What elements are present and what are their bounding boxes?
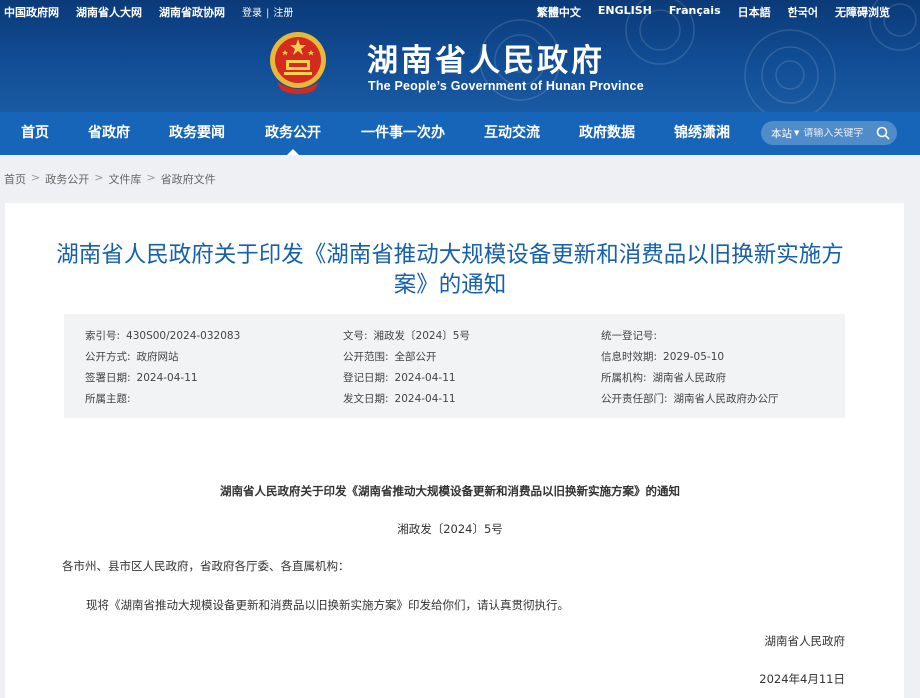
site-header: 中国政府网 湖南省人大网 湖南省政协网 登录 | 注册 繁體中文 ENGLISH F…: [0, 0, 920, 112]
document-metadata: 索引号: 430S00/2024-032083 文号: 湘政发〔2024〕5号 统一…: [64, 314, 845, 418]
addressee: 各市州、县市区人民政府，省政府各厅委、各直属机构：: [62, 559, 350, 573]
search-input[interactable]: [803, 127, 870, 139]
meta-signing-date: 签署日期: 2024-04-11: [85, 372, 198, 384]
auth-links: 登录 | 注册: [242, 8, 294, 19]
breadcrumb-separator: >: [31, 171, 41, 184]
breadcrumb-provincial-files[interactable]: 省政府文件: [161, 171, 216, 187]
breadcrumb-disclosure[interactable]: 政务公开: [45, 171, 89, 187]
document-heading: 湖南省人民政府关于印发《湖南省推动大规模设备更新和消费品以旧换新实施方案》的通知: [220, 484, 680, 498]
signing-date: 2024年4月11日: [759, 672, 845, 686]
site-subtitle: The People’s Government of Hunan Provinc…: [368, 79, 644, 93]
meta-validity-period: 信息时效期: 2029-05-10: [601, 351, 725, 363]
meta-disclosure-method: 公开方式: 政府网站: [85, 351, 179, 363]
meta-topic: 所属主题:: [85, 393, 131, 405]
nav-government-news[interactable]: 政务要闻: [169, 112, 225, 155]
breadcrumb-separator: >: [146, 171, 156, 184]
top-links: 中国政府网 湖南省人大网 湖南省政协网 登录 | 注册: [4, 4, 293, 20]
nav-government-data[interactable]: 政府数据: [579, 112, 635, 155]
site-title: 湖南省人民政府: [367, 43, 605, 79]
lang-korean[interactable]: 한국어: [788, 4, 818, 20]
login-link[interactable]: 登录: [242, 8, 262, 19]
lang-french[interactable]: Français: [669, 4, 721, 20]
document-number: 湘政发〔2024〕5号: [397, 522, 503, 536]
breadcrumb-home[interactable]: 首页: [4, 171, 26, 187]
national-emblem-icon: [270, 32, 326, 94]
language-links: 繁體中文 ENGLISH Français 日本語 한국어 无障碍浏览: [520, 4, 890, 20]
breadcrumb-separator: >: [94, 171, 104, 184]
search-box: 本站 ▼: [761, 121, 897, 145]
nav-scenic-hunan[interactable]: 锦绣潇湘: [674, 112, 730, 155]
lang-japanese[interactable]: 日本語: [738, 4, 771, 20]
meta-responsible-department: 公开责任部门: 湖南省人民政府办公厅: [601, 393, 779, 405]
link-gov-cn[interactable]: 中国政府网: [4, 4, 59, 20]
chevron-down-icon[interactable]: ▼: [794, 129, 799, 137]
meta-disclosure-scope: 公开范围: 全部公开: [343, 351, 437, 363]
accessibility-link[interactable]: 无障碍浏览: [835, 4, 890, 20]
search-icon[interactable]: [876, 126, 890, 140]
signer: 湖南省人民政府: [764, 634, 846, 648]
meta-organization: 所属机构: 湖南省人民政府: [601, 372, 727, 384]
meta-issue-date: 发文日期: 2024-04-11: [343, 393, 456, 405]
nav-home[interactable]: 首页: [21, 112, 49, 155]
meta-document-number: 文号: 湘政发〔2024〕5号: [343, 330, 470, 342]
article-title: 湖南省人民政府关于印发《湖南省推动大规模设备更新和消费品以旧换新实施方案》的通知: [56, 242, 844, 298]
link-cppcc-hunan[interactable]: 湖南省政协网: [159, 4, 225, 20]
nav-one-stop-service[interactable]: 一件事一次办: [361, 112, 445, 155]
nav-government-disclosure[interactable]: 政务公开: [265, 112, 321, 155]
breadcrumb-file-library[interactable]: 文件库: [108, 171, 141, 187]
nav-provincial-government[interactable]: 省政府: [88, 112, 130, 155]
lang-english[interactable]: ENGLISH: [598, 4, 652, 20]
meta-registration-date: 登记日期: 2024-04-11: [343, 372, 456, 384]
search-scope-select[interactable]: 本站: [771, 126, 792, 141]
breadcrumb: 首页 > 政务公开 > 文件库 > 省政府文件: [4, 171, 216, 187]
nav-interaction[interactable]: 互动交流: [484, 112, 540, 155]
link-npc-hunan[interactable]: 湖南省人大网: [76, 4, 142, 20]
meta-index-number: 索引号: 430S00/2024-032083: [85, 330, 241, 342]
lang-traditional-chinese[interactable]: 繁體中文: [537, 4, 581, 20]
register-link[interactable]: 注册: [273, 8, 293, 19]
body-paragraph: 现将《湖南省推动大规模设备更新和消费品以旧换新实施方案》印发给你们，请认真贯彻执…: [86, 598, 569, 612]
meta-registration-number: 统一登记号:: [601, 330, 658, 342]
